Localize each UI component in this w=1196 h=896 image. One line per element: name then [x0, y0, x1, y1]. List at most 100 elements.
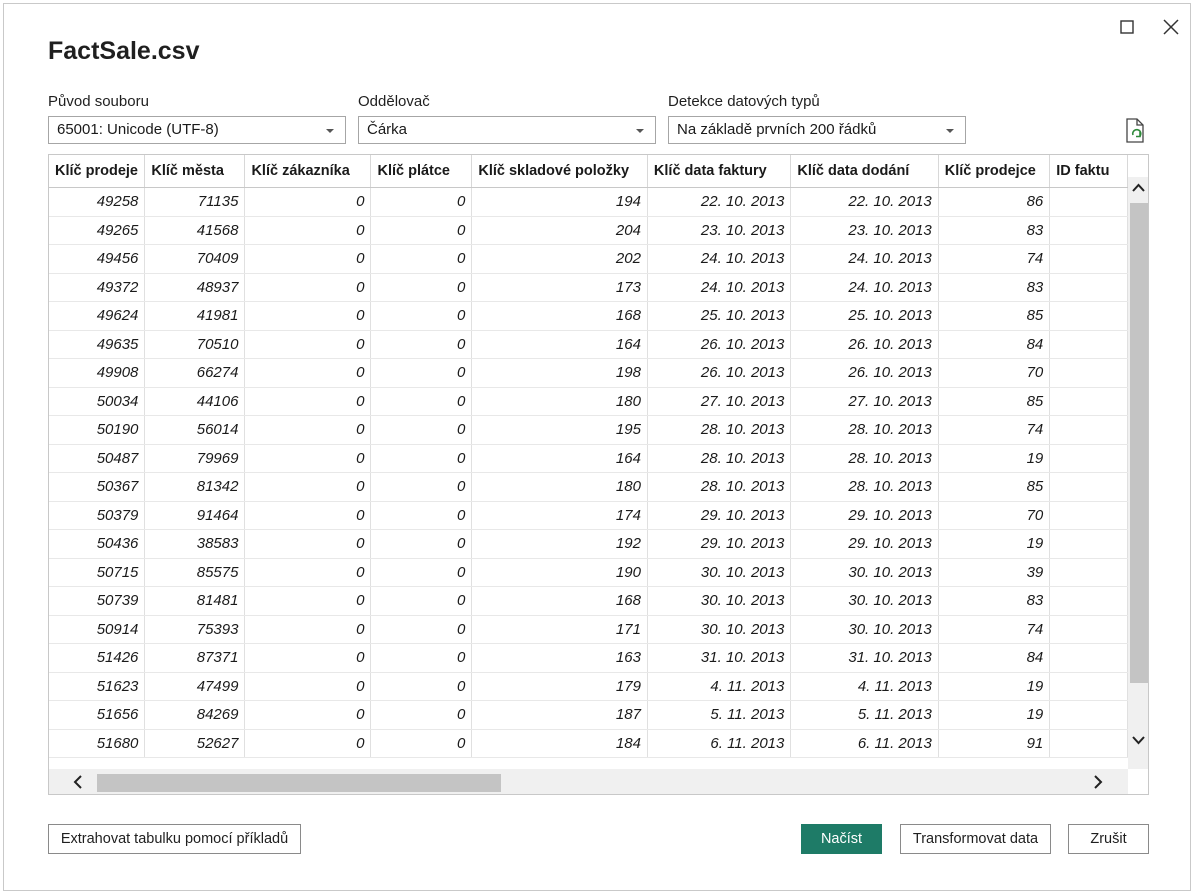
type-detection-value: Na základě prvních 200 řádků	[677, 121, 877, 138]
table-cell: 179	[471, 672, 648, 701]
column-header[interactable]: ID faktu	[1049, 155, 1128, 188]
column-header[interactable]: Klíč data faktury	[647, 155, 792, 188]
table-cell: 23. 10. 2013	[790, 216, 939, 245]
extract-table-button[interactable]: Extrahovat tabulku pomocí příkladů	[48, 824, 301, 854]
table-cell: 0	[370, 672, 473, 701]
table-cell: 31. 10. 2013	[647, 643, 792, 673]
table-cell: 50487	[49, 444, 146, 473]
table-cell: 51623	[49, 672, 146, 701]
table-cell	[1049, 216, 1128, 245]
vertical-scroll-thumb[interactable]	[1130, 203, 1148, 683]
table-cell: 52627	[144, 729, 246, 758]
table-cell	[1049, 672, 1128, 701]
table-cell: 50367	[49, 472, 146, 502]
scroll-down-button[interactable]	[1128, 729, 1148, 751]
table-row: 49624 41981 0 0 168 25. 10. 2013 25. 10. 2013 8…	[49, 301, 1128, 331]
table-cell	[1049, 244, 1128, 274]
table-cell: 70409	[144, 244, 246, 274]
chevron-down-icon	[946, 129, 954, 133]
delimiter-label: Oddělovač	[358, 93, 430, 110]
column-header[interactable]: Klíč data dodání	[790, 155, 939, 188]
table-cell: 50034	[49, 387, 146, 416]
table-cell: 85	[938, 301, 1051, 331]
origin-select[interactable]: 65001: Unicode (UTF-8)	[48, 116, 346, 144]
table-cell: 50379	[49, 501, 146, 530]
table-cell: 39	[938, 558, 1051, 587]
cancel-button[interactable]: Zrušit	[1068, 824, 1149, 854]
table-cell: 38583	[144, 529, 246, 559]
transform-data-button[interactable]: Transformovat data	[900, 824, 1051, 854]
table-viewport: Klíč prodeje Klíč města Klíč zákazníka Klíč…	[49, 155, 1128, 769]
load-button[interactable]: Načíst	[801, 824, 882, 854]
table-cell: 29. 10. 2013	[647, 501, 792, 530]
import-dialog: FactSale.csv Původ souboru 65001: Unicod…	[3, 3, 1191, 891]
table-cell: 81342	[144, 472, 246, 502]
table-cell: 29. 10. 2013	[647, 529, 792, 559]
table-cell: 0	[370, 415, 473, 445]
table-cell	[1049, 643, 1128, 673]
table-cell: 51426	[49, 643, 146, 673]
column-header[interactable]: Klíč skladové položky	[471, 155, 648, 188]
table-row: 50367 81342 0 0 180 28. 10. 2013 28. 10. 2013 8…	[49, 472, 1128, 502]
maximize-button[interactable]	[1114, 14, 1140, 40]
table-cell: 26. 10. 2013	[790, 330, 939, 359]
table-cell: 85	[938, 387, 1051, 416]
table-cell: 23. 10. 2013	[647, 216, 792, 245]
table-cell: 49456	[49, 244, 146, 274]
table-cell: 51656	[49, 700, 146, 730]
refresh-preview-button[interactable]	[1124, 118, 1148, 144]
table-cell: 70510	[144, 330, 246, 359]
table-cell: 180	[471, 387, 648, 416]
column-header[interactable]: Klíč prodeje	[49, 155, 146, 188]
table-row: 50715 85575 0 0 190 30. 10. 2013 30. 10. 2013 3…	[49, 558, 1128, 587]
table-cell: 70	[938, 358, 1051, 388]
type-detection-select[interactable]: Na základě prvních 200 řádků	[668, 116, 966, 144]
table-cell: 28. 10. 2013	[790, 472, 939, 502]
table-cell: 26. 10. 2013	[647, 358, 792, 388]
table-cell	[1049, 387, 1128, 416]
refresh-file-icon	[1126, 118, 1144, 143]
scroll-right-button[interactable]	[1085, 769, 1111, 794]
table-row: 51680 52627 0 0 184 6. 11. 2013 6. 11. 2013 91	[49, 729, 1128, 758]
table-cell: 85	[938, 472, 1051, 502]
table-cell: 4. 11. 2013	[790, 672, 939, 701]
table-row: 50436 38583 0 0 192 29. 10. 2013 29. 10. 2013 1…	[49, 529, 1128, 559]
table-cell: 195	[471, 415, 648, 445]
table-row: 50034 44106 0 0 180 27. 10. 2013 27. 10. 2013 8…	[49, 387, 1128, 416]
table-cell: 30. 10. 2013	[790, 615, 939, 644]
table-row: 50487 79969 0 0 164 28. 10. 2013 28. 10. 2013 1…	[49, 444, 1128, 473]
table-cell: 184	[471, 729, 648, 758]
table-cell: 194	[471, 187, 648, 217]
table-cell: 0	[370, 729, 473, 758]
table-cell: 83	[938, 586, 1051, 616]
table-cell: 0	[370, 586, 473, 616]
table-cell: 0	[370, 358, 473, 388]
table-cell: 25. 10. 2013	[790, 301, 939, 331]
horizontal-scroll-thumb[interactable]	[97, 774, 501, 792]
table-row: 50739 81481 0 0 168 30. 10. 2013 30. 10. 2013 8…	[49, 586, 1128, 616]
column-header[interactable]: Klíč zákazníka	[244, 155, 372, 188]
table-cell: 41981	[144, 301, 246, 331]
table-cell: 50914	[49, 615, 146, 644]
dialog-title: FactSale.csv	[48, 37, 200, 65]
scroll-up-button[interactable]	[1128, 177, 1148, 199]
table-cell	[1049, 558, 1128, 587]
table-cell: 49635	[49, 330, 146, 359]
table-cell: 164	[471, 444, 648, 473]
close-button[interactable]	[1158, 14, 1184, 40]
table-cell: 163	[471, 643, 648, 673]
column-header[interactable]: Klíč města	[144, 155, 246, 188]
table-cell: 83	[938, 273, 1051, 302]
table-cell: 74	[938, 415, 1051, 445]
table-cell: 0	[244, 615, 372, 644]
table-cell	[1049, 501, 1128, 530]
column-header[interactable]: Klíč prodejce	[938, 155, 1051, 188]
table-cell: 0	[244, 216, 372, 245]
preview-table: Klíč prodeje Klíč města Klíč zákazníka Klíč…	[48, 154, 1149, 795]
table-cell: 202	[471, 244, 648, 274]
delimiter-select[interactable]: Čárka	[358, 116, 656, 144]
table-cell: 0	[244, 729, 372, 758]
scroll-left-button[interactable]	[65, 769, 91, 794]
table-cell: 74	[938, 244, 1051, 274]
column-header[interactable]: Klíč plátce	[370, 155, 473, 188]
